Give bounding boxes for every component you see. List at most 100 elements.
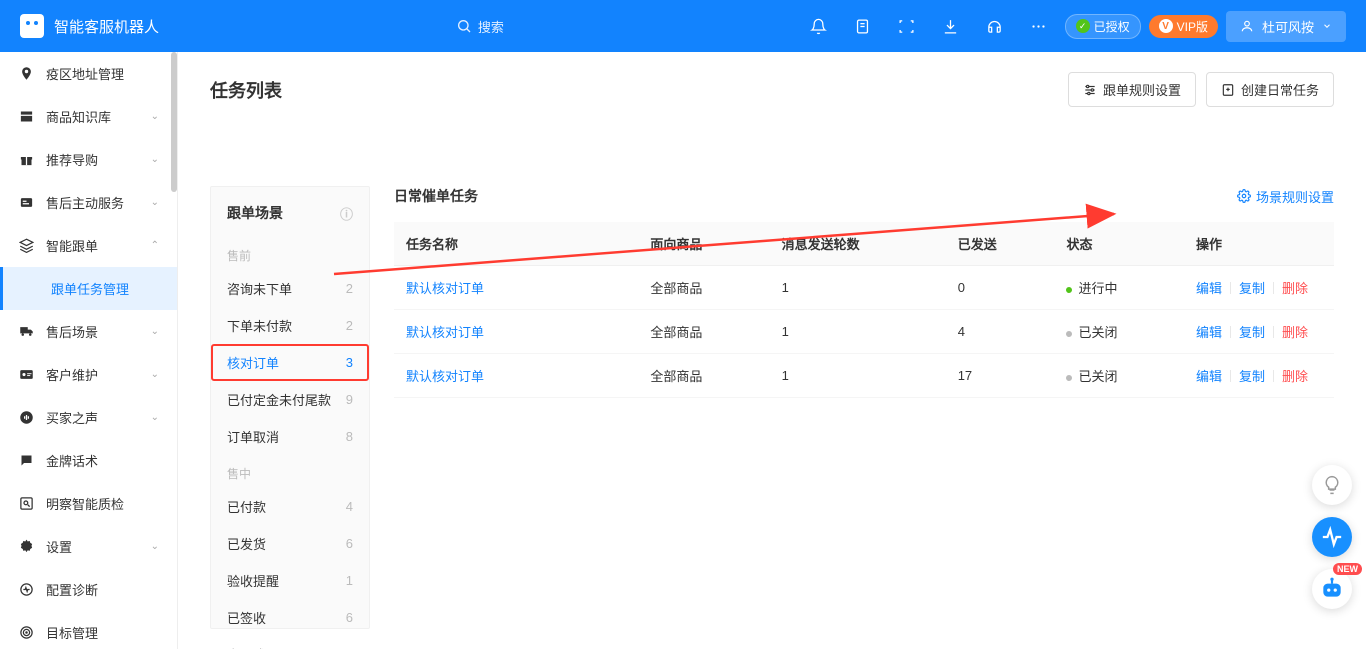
sidebar-sub-item-active[interactable]: 跟单任务管理 <box>0 267 177 310</box>
create-task-button[interactable]: 创建日常任务 <box>1206 72 1334 107</box>
headset-icon-button[interactable] <box>977 8 1013 44</box>
table-row: 默认核对订单 全部商品 1 17 已关闭 编辑 复制 删除 <box>394 354 1334 398</box>
new-badge: NEW <box>1333 563 1362 575</box>
edit-link[interactable]: 编辑 <box>1196 322 1222 341</box>
main-content: 任务列表 跟单规则设置 创建日常任务 跟单场景 ⓘ 售前咨询未下单2下单未 <box>178 52 1366 649</box>
sidebar-item[interactable]: 售后场景 ⌄ <box>0 310 177 353</box>
scene-item-count: 3 <box>346 355 353 370</box>
scene-item[interactable]: 已发货6 <box>211 525 369 562</box>
info-icon[interactable]: ⓘ <box>340 204 353 223</box>
task-name-link[interactable]: 默认核对订单 <box>406 325 484 340</box>
scrollbar-thumb[interactable] <box>171 52 177 192</box>
scene-item-count: 6 <box>346 536 353 551</box>
scene-item[interactable]: 已付定金未付尾款9 <box>211 381 369 418</box>
download-icon <box>942 18 959 35</box>
user-name: 杜可风按 <box>1262 17 1314 36</box>
copy-link[interactable]: 复制 <box>1239 366 1265 385</box>
sidebar-item[interactable]: 疫区地址管理 <box>0 52 177 95</box>
task-name-link[interactable]: 默认核对订单 <box>406 369 484 384</box>
search-label: 搜索 <box>478 17 504 36</box>
page-header: 任务列表 跟单规则设置 创建日常任务 <box>178 52 1366 128</box>
scene-item[interactable]: 核对订单 3 <box>211 344 369 381</box>
sidebar-item[interactable]: 智能跟单 ⌃ <box>0 224 177 267</box>
scene-item[interactable]: 交易成功10 <box>211 636 369 649</box>
task-table: 任务名称 面向商品 消息发送轮数 已发送 状态 操作 默认核对订单 全部商品 1… <box>394 222 1334 398</box>
sidebar-item-label: 售后场景 <box>46 322 139 341</box>
clipboard-icon-button[interactable] <box>845 8 881 44</box>
sidebar-item-label: 目标管理 <box>46 623 159 642</box>
copy-link[interactable]: 复制 <box>1239 278 1265 297</box>
task-section-title: 日常催单任务 <box>394 186 478 206</box>
delete-link[interactable]: 删除 <box>1282 278 1308 297</box>
chatbot-button[interactable]: NEW <box>1312 569 1352 609</box>
status-dot-icon <box>1066 287 1072 293</box>
scene-item-label: 核对订单 <box>227 353 279 372</box>
task-name-link[interactable]: 默认核对订单 <box>406 281 484 296</box>
scene-rule-settings-link[interactable]: 场景规则设置 <box>1237 187 1334 206</box>
delete-link[interactable]: 删除 <box>1282 322 1308 341</box>
sidebar-item[interactable]: 客户维护 ⌄ <box>0 353 177 396</box>
sidebar-item[interactable]: 配置诊断 <box>0 568 177 611</box>
sidebar-item-label: 设置 <box>46 537 139 556</box>
bulb-icon <box>1322 475 1342 495</box>
chevron-down-icon: ⌄ <box>151 541 159 552</box>
delete-link[interactable]: 删除 <box>1282 366 1308 385</box>
more-icon-button[interactable] <box>1021 8 1057 44</box>
scene-item[interactable]: 下单未付款2 <box>211 307 369 344</box>
sidebar-item[interactable]: 明察智能质检 <box>0 482 177 525</box>
edit-link[interactable]: 编辑 <box>1196 366 1222 385</box>
scene-group-label: 售中 <box>211 455 369 488</box>
table-row: 默认核对订单 全部商品 1 0 进行中 编辑 复制 删除 <box>394 266 1334 310</box>
th-rounds: 消息发送轮数 <box>770 222 946 266</box>
sidebar-item[interactable]: 金牌话术 <box>0 439 177 482</box>
scene-item[interactable]: 验收提醒1 <box>211 562 369 599</box>
floating-actions: NEW <box>1312 465 1352 609</box>
scene-item[interactable]: 咨询未下单 2 <box>211 270 369 307</box>
scan-icon-button[interactable] <box>889 8 925 44</box>
search-button[interactable]: 搜索 <box>456 17 504 36</box>
scene-item[interactable]: 已付款4 <box>211 488 369 525</box>
th-ops: 操作 <box>1184 222 1334 266</box>
sidebar-item-label: 明察智能质检 <box>46 494 159 513</box>
scene-item[interactable]: 订单取消8 <box>211 418 369 455</box>
cell-status: 进行中 <box>1054 266 1184 310</box>
scene-item-label: 咨询未下单 <box>227 279 292 298</box>
sidebar-item[interactable]: 设置 ⌄ <box>0 525 177 568</box>
activity-button[interactable] <box>1312 517 1352 557</box>
sidebar-item[interactable]: 买家之声 ⌄ <box>0 396 177 439</box>
cell-rounds: 1 <box>770 266 946 310</box>
activity-icon <box>1321 526 1343 548</box>
hint-bulb-button[interactable] <box>1312 465 1352 505</box>
th-status: 状态 <box>1054 222 1184 266</box>
sidebar-item[interactable]: 售后主动服务 ⌄ <box>0 181 177 224</box>
authorized-badge[interactable]: ✓ 已授权 <box>1065 14 1141 39</box>
chevron-down-icon: ⌄ <box>151 197 159 208</box>
user-icon <box>1240 19 1254 33</box>
robot-icon <box>20 14 44 38</box>
sidebar-item[interactable]: 商品知识库 ⌄ <box>0 95 177 138</box>
bell-icon-button[interactable] <box>801 8 837 44</box>
cell-ops: 编辑 复制 删除 <box>1184 354 1334 398</box>
cell-product: 全部商品 <box>638 310 769 354</box>
vip-badge[interactable]: V VIP版 <box>1149 15 1218 38</box>
cell-rounds: 1 <box>770 310 946 354</box>
vip-label: VIP版 <box>1177 18 1208 35</box>
scene-item-count: 2 <box>346 281 353 296</box>
scene-item[interactable]: 已签收6 <box>211 599 369 636</box>
user-menu-button[interactable]: 杜可风按 <box>1226 11 1346 42</box>
copy-link[interactable]: 复制 <box>1239 322 1265 341</box>
sidebar-item[interactable]: 目标管理 <box>0 611 177 649</box>
rule-settings-button[interactable]: 跟单规则设置 <box>1068 72 1196 107</box>
app-logo[interactable]: 智能客服机器人 <box>20 14 159 38</box>
create-task-label: 创建日常任务 <box>1241 80 1319 99</box>
chevron-down-icon: ⌄ <box>151 369 159 380</box>
task-area: 日常催单任务 场景规则设置 任务名称 面向商品 消息发送轮数 已发送 状态 <box>394 186 1366 629</box>
scene-panel: 跟单场景 ⓘ 售前咨询未下单2下单未付款2核对订单3已付定金未付尾款9订单取消8… <box>210 186 370 629</box>
edit-link[interactable]: 编辑 <box>1196 278 1222 297</box>
separator <box>1273 370 1274 382</box>
page-title: 任务列表 <box>210 77 282 103</box>
sidebar-item[interactable]: 推荐导购 ⌄ <box>0 138 177 181</box>
sidebar-scrollbar[interactable] <box>171 52 177 649</box>
cell-ops: 编辑 复制 删除 <box>1184 310 1334 354</box>
download-icon-button[interactable] <box>933 8 969 44</box>
